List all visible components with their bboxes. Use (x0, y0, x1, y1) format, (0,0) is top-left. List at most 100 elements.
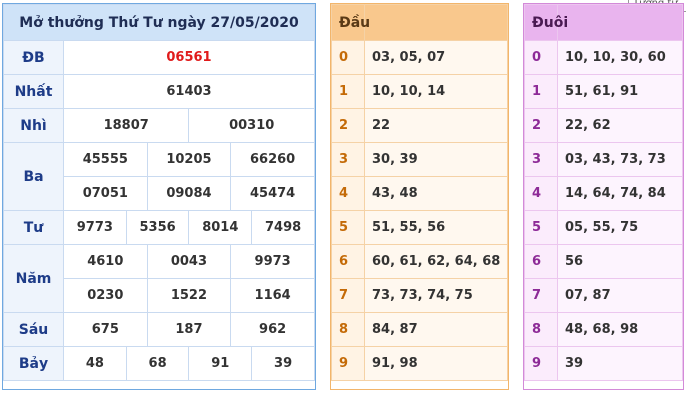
dau-values: 10, 10, 14 (364, 74, 508, 109)
prize-tu-value: 7498 (251, 210, 315, 245)
prize-tu-value: 8014 (188, 210, 253, 245)
duoi-row: 6 56 (524, 244, 683, 279)
duoi-digit: 5 (524, 210, 558, 245)
duoi-digit: 0 (524, 40, 558, 75)
duoi-digit: 1 (524, 74, 558, 109)
row-tu: Tư 9773 5356 8014 7498 (3, 210, 315, 245)
duoi-row: 7 07, 87 (524, 278, 683, 313)
duoi-header: Đuôi (524, 4, 568, 41)
dau-values: 73, 73, 74, 75 (364, 278, 508, 313)
dau-row: 0 03, 05, 07 (331, 40, 508, 75)
duoi-table: Đuôi 0 10, 10, 30, 60 1 51, 61, 91 2 22, 62… (524, 4, 683, 381)
prize-ba-value: 45555 (63, 142, 148, 177)
prize-label-nhi: Nhì (3, 108, 64, 143)
prize-nhi-value: 00310 (188, 108, 315, 143)
dau-row: 2 22 (331, 108, 508, 143)
dau-digit: 6 (331, 244, 365, 279)
duoi-header-values (557, 4, 683, 41)
duoi-row: 5 05, 55, 75 (524, 210, 683, 245)
prize-bay-value: 39 (251, 346, 315, 381)
prize-sau-value: 675 (63, 312, 148, 347)
prize-nam-value: 0043 (146, 244, 232, 279)
prize-ba-value: 07051 (63, 176, 148, 211)
results-table-panel: Mở thưởng Thứ Tư ngày 27/05/2020 ĐB 0656… (2, 3, 316, 390)
prize-ba-value: 10205 (146, 142, 232, 177)
dau-digit: 3 (331, 142, 365, 177)
dau-row: 9 91, 98 (331, 346, 508, 381)
dau-row: 4 43, 48 (331, 176, 508, 211)
duoi-row: 2 22, 62 (524, 108, 683, 143)
duoi-digit: 8 (524, 312, 558, 347)
duoi-digit: 6 (524, 244, 558, 279)
duoi-values: 03, 43, 73, 73 (557, 142, 683, 177)
dau-row: 8 84, 87 (331, 312, 508, 347)
duoi-row: 1 51, 61, 91 (524, 74, 683, 109)
prize-label-nhat: Nhất (3, 74, 64, 109)
dau-row: 3 30, 39 (331, 142, 508, 177)
prize-db-value: 06561 (63, 40, 315, 75)
row-nhat: Nhất 61403 (3, 74, 315, 109)
prize-bay-value: 68 (125, 346, 190, 381)
prize-bay-value: 91 (188, 346, 253, 381)
prize-nam-value: 9973 (230, 244, 315, 279)
dau-row: 1 10, 10, 14 (331, 74, 508, 109)
duoi-digit: 7 (524, 278, 558, 313)
prize-label-sau: Sáu (3, 312, 64, 347)
prize-tu-value: 5356 (125, 210, 190, 245)
dau-values: 51, 55, 56 (364, 210, 508, 245)
dau-values: 91, 98 (364, 346, 508, 381)
duoi-row: 4 14, 64, 74, 84 (524, 176, 683, 211)
prize-label-tu: Tư (3, 210, 64, 245)
duoi-row: 3 03, 43, 73, 73 (524, 142, 683, 177)
duoi-row: 8 48, 68, 98 (524, 312, 683, 347)
duoi-table-panel: Đuôi 0 10, 10, 30, 60 1 51, 61, 91 2 22, 62… (523, 3, 684, 390)
duoi-values: 07, 87 (557, 278, 683, 313)
dau-digit: 4 (331, 176, 365, 211)
row-nhi: Nhì 18807 00310 (3, 108, 315, 143)
duoi-values: 05, 55, 75 (557, 210, 683, 245)
duoi-digit: 2 (524, 108, 558, 143)
prize-tu-value: 9773 (63, 210, 127, 245)
row-bay: Bảy 48 68 91 39 (3, 346, 315, 381)
prize-nam-value: 0230 (63, 278, 148, 313)
prize-nhat-value: 61403 (63, 74, 315, 109)
dau-values: 03, 05, 07 (364, 40, 508, 75)
dau-digit: 1 (331, 74, 365, 109)
duoi-row: 0 10, 10, 30, 60 (524, 40, 683, 75)
dau-values: 60, 61, 62, 64, 68 (364, 244, 508, 279)
duoi-digit: 3 (524, 142, 558, 177)
dau-values: 43, 48 (364, 176, 508, 211)
prize-bay-value: 48 (63, 346, 127, 381)
duoi-values: 10, 10, 30, 60 (557, 40, 683, 75)
dau-digit: 0 (331, 40, 365, 75)
dau-values: 22 (364, 108, 508, 143)
row-sau: Sáu 675 187 962 (3, 312, 315, 347)
dau-digit: 7 (331, 278, 365, 313)
prize-label-bay: Bảy (3, 346, 64, 381)
duoi-row: 9 39 (524, 346, 683, 381)
duoi-values: 39 (557, 346, 683, 381)
duoi-digit: 4 (524, 176, 558, 211)
prize-label-db: ĐB (3, 40, 64, 75)
dau-digit: 5 (331, 210, 365, 245)
duoi-values: 22, 62 (557, 108, 683, 143)
dau-values: 30, 39 (364, 142, 508, 177)
row-nam-1: Năm 4610 0043 9973 (3, 244, 315, 313)
dau-digit: 8 (331, 312, 365, 347)
prize-ba-value: 66260 (230, 142, 315, 177)
prize-nhi-value: 18807 (62, 108, 190, 143)
prize-label-ba: Ba (3, 142, 64, 211)
prize-sau-value: 962 (230, 312, 315, 347)
prize-nam-value: 4610 (63, 244, 148, 279)
row-ba-1: Ba 45555 10205 66260 (3, 142, 315, 211)
prize-ba-value: 09084 (146, 176, 232, 211)
duoi-values: 48, 68, 98 (557, 312, 683, 347)
dau-header: Đầu (331, 4, 370, 41)
dau-row: 7 73, 73, 74, 75 (331, 278, 508, 313)
results-title: Mở thưởng Thứ Tư ngày 27/05/2020 (3, 4, 315, 41)
dau-header-values (364, 4, 508, 41)
duoi-values: 51, 61, 91 (557, 74, 683, 109)
dau-table-panel: Đầu 0 03, 05, 07 1 10, 10, 14 2 22 3 30, 39 … (330, 3, 509, 390)
duoi-digit: 9 (524, 346, 558, 381)
prize-nam-value: 1164 (230, 278, 315, 313)
